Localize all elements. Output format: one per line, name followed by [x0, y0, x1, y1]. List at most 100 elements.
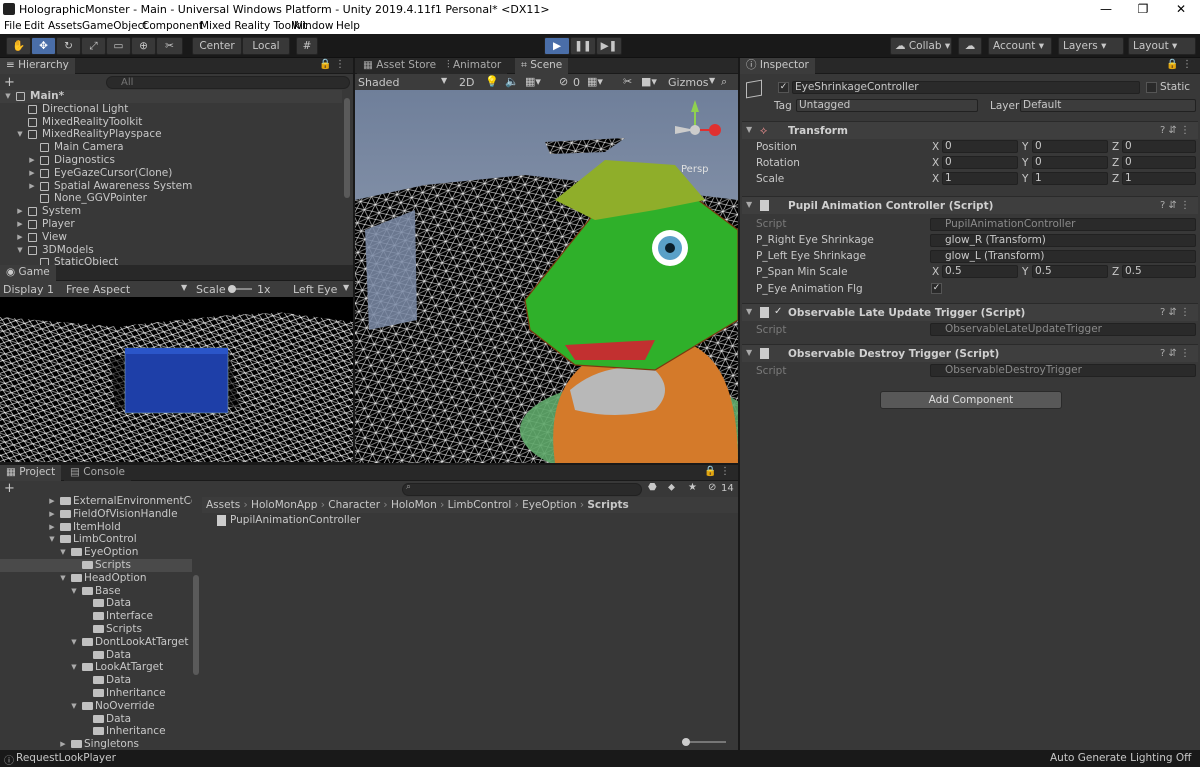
breadcrumb-item[interactable]: Assets [206, 499, 240, 511]
transform-tool-icon[interactable]: ⊕ [131, 37, 156, 55]
play-button[interactable]: ▶ [544, 37, 570, 55]
pupil-foldout-icon[interactable]: ▼ [746, 200, 752, 209]
menu-edit[interactable]: Edit [24, 20, 44, 32]
icon-size-slider-handle[interactable] [682, 738, 690, 746]
project-folder-item[interactable]: Data [0, 597, 192, 610]
tab-hierarchy[interactable]: ≡ Hierarchy [0, 58, 75, 74]
layer-dropdown[interactable]: Default [1020, 99, 1196, 112]
hierarchy-add-button[interactable]: + [4, 75, 15, 90]
collab-dropdown[interactable]: ☁ Collab ▾ [890, 37, 952, 55]
hierarchy-item[interactable]: ▶ Spatial Awareness System [0, 180, 342, 193]
component-menu-icon[interactable]: ? ⇵ ⋮ [1160, 200, 1190, 211]
destroy-foldout-icon[interactable]: ▼ [746, 348, 752, 357]
hierarchy-item[interactable]: StaticObject [0, 256, 342, 265]
transform-x-field[interactable]: 1 [942, 172, 1018, 185]
hand-tool-icon[interactable]: ✋ [6, 37, 31, 55]
static-checkbox[interactable] [1146, 82, 1157, 93]
move-tool-icon[interactable]: ✥ [31, 37, 56, 55]
expand-arrow-icon[interactable]: ▼ [16, 128, 24, 141]
project-folder-item[interactable]: Inheritance [0, 687, 192, 700]
collapse-arrow-icon[interactable]: ▶ [48, 521, 56, 534]
project-folder-item[interactable]: ▶ ExternalEnvironmentConti [0, 495, 192, 508]
destroy-trigger-header[interactable]: ▼ Observable Destroy Trigger (Script) ? … [742, 344, 1198, 362]
mode-2d-toggle[interactable]: 2D [459, 76, 474, 89]
game-viewport[interactable] [0, 297, 353, 462]
expand-arrow-icon[interactable]: ▼ [70, 700, 78, 713]
project-folder-item[interactable]: ▼ EyeOption [0, 546, 192, 559]
collapse-arrow-icon[interactable]: ▶ [59, 738, 67, 750]
object-name-field[interactable]: EyeShrinkageController [792, 81, 1140, 94]
hierarchy-item[interactable]: ▼ MixedRealityPlayspace [0, 128, 342, 141]
menu-mixed-reality-toolkit[interactable]: Mixed Reality Toolkit [200, 20, 307, 32]
project-folder-item[interactable]: ▼ NoOverride [0, 700, 192, 713]
menu-help[interactable]: Help [336, 20, 360, 32]
step-button[interactable]: ▶❚ [596, 37, 622, 55]
filter-label-icon[interactable]: ⬥ [668, 482, 675, 493]
breadcrumb-item[interactable]: Scripts [587, 499, 628, 511]
display-dropdown[interactable]: Display 1 [3, 283, 54, 296]
collapse-arrow-icon[interactable]: ▶ [28, 167, 36, 180]
close-button[interactable]: ✕ [1162, 0, 1200, 19]
collapse-arrow-icon[interactable]: ▶ [48, 508, 56, 521]
camera-settings-icon[interactable]: ■▾ [641, 75, 657, 88]
menu-gameobject[interactable]: GameObject [82, 20, 147, 32]
pupil-controller-header[interactable]: ▼ Pupil Animation Controller (Script) ? … [742, 196, 1198, 214]
breadcrumb-item[interactable]: HoloMonApp [251, 499, 317, 511]
custom-tool-icon[interactable]: ✂ [156, 37, 183, 55]
span-x-field[interactable]: 0.5 [942, 265, 1018, 278]
menu-component[interactable]: Component [142, 20, 203, 32]
project-folder-item[interactable]: Data [0, 713, 192, 726]
project-folder-item[interactable]: Scripts [0, 623, 192, 636]
project-folder-item[interactable]: Data [0, 649, 192, 662]
tab-game[interactable]: ◉ Game [0, 265, 56, 281]
layout-dropdown[interactable]: Layout ▾ [1128, 37, 1196, 55]
panel-menu-icon[interactable]: 🔒 ⋮ [319, 59, 345, 70]
project-folder-item[interactable]: Scripts [0, 559, 192, 572]
project-folder-item[interactable]: ▼ HeadOption [0, 572, 192, 585]
scene-search-icon[interactable]: ⌕ [721, 75, 727, 89]
effects-toggle-icon[interactable]: ▦▾ [525, 75, 541, 88]
shading-dropdown[interactable]: Shaded [358, 76, 399, 89]
eye-animation-flag-checkbox[interactable]: ✓ [931, 283, 942, 294]
right-eye-field[interactable]: glow_R (Transform) [930, 234, 1196, 247]
transform-z-field[interactable]: 0 [1122, 140, 1196, 153]
expand-arrow-icon[interactable]: ▼ [4, 90, 12, 103]
inspector-menu-icon[interactable]: 🔒 ⋮ [1166, 59, 1192, 70]
component-menu-icon[interactable]: ? ⇵ ⋮ [1160, 307, 1190, 318]
hierarchy-search-input[interactable] [106, 76, 350, 89]
transform-foldout-icon[interactable]: ▼ [746, 125, 752, 134]
hierarchy-item[interactable]: Main Camera [0, 141, 342, 154]
menu-file[interactable]: File [4, 20, 22, 32]
project-folder-item[interactable]: ▶ Singletons [0, 738, 192, 750]
expand-arrow-icon[interactable]: ▼ [70, 661, 78, 674]
project-folder-item[interactable]: Interface [0, 610, 192, 623]
lighting-toggle-icon[interactable]: 💡 [485, 75, 499, 88]
hierarchy-item[interactable]: ▶ EyeGazeCursor(Clone) [0, 167, 342, 180]
transform-z-field[interactable]: 0 [1122, 156, 1196, 169]
minimize-button[interactable]: — [1087, 0, 1125, 19]
breadcrumb-item[interactable]: EyeOption [522, 499, 576, 511]
project-menu-icon[interactable]: 🔒 ⋮ [704, 466, 730, 477]
tab-inspector[interactable]: ⓘ Inspector [740, 58, 815, 74]
breadcrumb-item[interactable]: HoloMon [391, 499, 437, 511]
scale-slider-handle[interactable] [228, 285, 236, 293]
tab-animator[interactable]: ⫶ Animator [441, 58, 508, 74]
grid-snap-icon[interactable]: # [296, 37, 318, 55]
tools-icon[interactable]: ✂ [623, 75, 632, 88]
tag-dropdown[interactable]: Untagged [796, 99, 978, 112]
component-menu-icon[interactable]: ? ⇵ ⋮ [1160, 125, 1190, 136]
pause-button[interactable]: ❚❚ [570, 37, 596, 55]
scale-tool-icon[interactable]: ⤢ [81, 37, 106, 55]
hidden-packages-icon[interactable]: ⊘ [708, 482, 716, 493]
layers-dropdown[interactable]: Layers ▾ [1058, 37, 1124, 55]
project-folder-item[interactable]: ▶ FieldOfVisionHandle [0, 508, 192, 521]
component-menu-icon[interactable]: ? ⇵ ⋮ [1160, 348, 1190, 359]
expand-arrow-icon[interactable]: ▼ [70, 585, 78, 598]
collapse-arrow-icon[interactable]: ▶ [28, 154, 36, 167]
late-foldout-icon[interactable]: ▼ [746, 307, 752, 316]
transform-x-field[interactable]: 0 [942, 156, 1018, 169]
active-checkbox[interactable]: ✓ [778, 82, 789, 93]
late-enabled-checkbox[interactable]: ✓ [774, 306, 782, 317]
audio-toggle-icon[interactable]: 🔈 [505, 75, 519, 88]
pivot-local-button[interactable]: Local [242, 37, 290, 55]
